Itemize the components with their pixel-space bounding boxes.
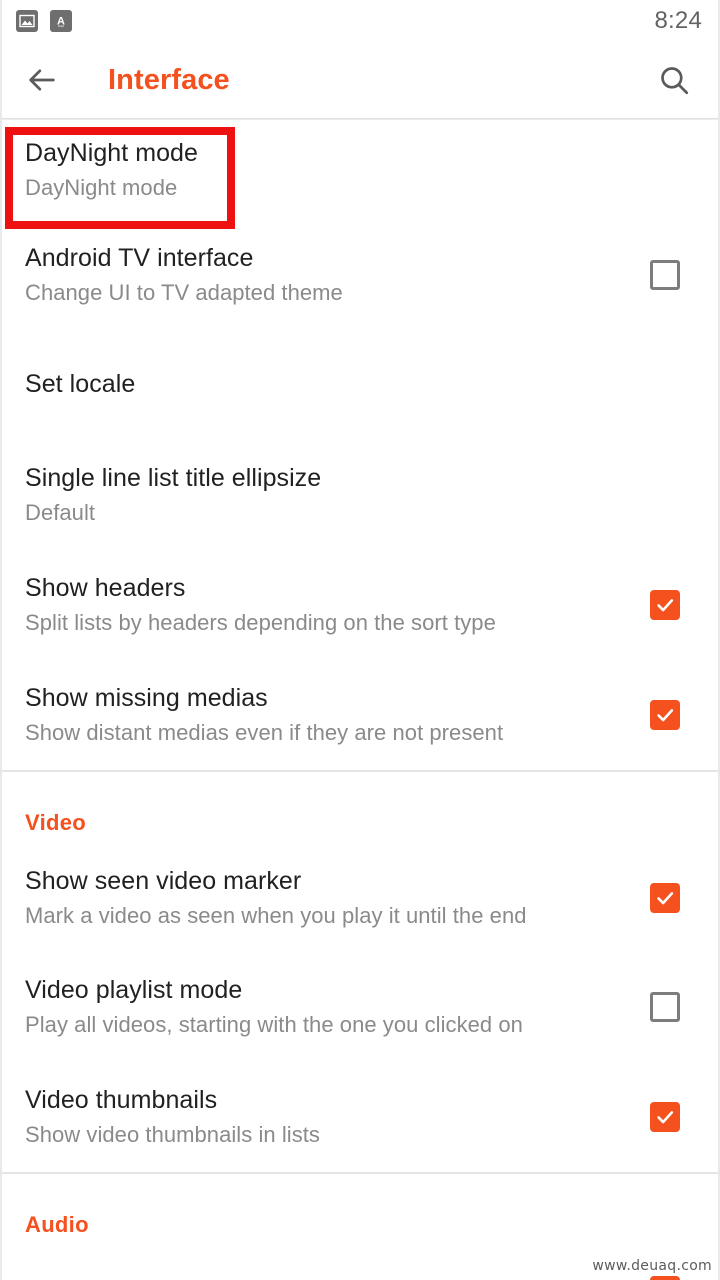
- image-notification-icon: [16, 10, 38, 32]
- preference-title: Android TV interface: [25, 243, 254, 272]
- preference-title: Show headers: [25, 573, 186, 602]
- preference-summary: Mark a video as seen when you play it un…: [25, 903, 527, 929]
- checkbox-android-tv-interface[interactable]: [650, 260, 680, 290]
- preference-row-show-headers[interactable]: Show headers Split lists by headers depe…: [0, 550, 720, 660]
- preference-text-block: Show headers Split lists by headers depe…: [25, 574, 650, 637]
- preference-row-video-thumbnails[interactable]: Video thumbnails Show video thumbnails i…: [0, 1062, 720, 1172]
- preference-title: Single line list title ellipsize: [25, 463, 322, 492]
- preference-summary: Play all videos, starting with the one y…: [25, 1012, 523, 1038]
- preference-summary: Split lists by headers depending on the …: [25, 610, 496, 636]
- preference-section-general: DayNight mode DayNight mode Android TV i…: [0, 120, 720, 770]
- preference-row-show-seen-video-marker[interactable]: Show seen video marker Mark a video as s…: [0, 844, 720, 952]
- preference-text-block: Single line list title ellipsize Default: [25, 464, 696, 527]
- app-bar: Interface: [0, 42, 720, 118]
- preference-row-set-locale[interactable]: Set locale: [0, 330, 720, 440]
- checkbox-unchecked-icon: [650, 260, 680, 290]
- checkbox-checked-icon: [650, 700, 680, 730]
- checkbox-video-thumbnails[interactable]: [650, 1102, 680, 1132]
- preference-row-video-playlist-mode[interactable]: Video playlist mode Play all videos, sta…: [0, 952, 720, 1062]
- preference-text-block: Show seen video marker Mark a video as s…: [25, 867, 650, 930]
- checkbox-checked-icon: [650, 883, 680, 913]
- preference-row-single-line-list-title-ellipsize[interactable]: Single line list title ellipsize Default: [0, 440, 720, 550]
- preference-summary: Show distant medias even if they are not…: [25, 720, 504, 746]
- preference-text-block: DayNight mode DayNight mode: [25, 139, 696, 202]
- phone-screen: A 8:24 Interface DayNight mode DayNight …: [0, 0, 720, 1280]
- back-arrow-icon[interactable]: [18, 56, 66, 104]
- status-bar-notification-icons: A: [16, 10, 72, 32]
- checkbox-show-missing-medias[interactable]: [650, 700, 680, 730]
- checkbox-checked-icon: [650, 1102, 680, 1132]
- preference-title: Blurred cover background: [25, 1276, 636, 1280]
- page-title: Interface: [108, 63, 230, 96]
- checkbox-checked-icon: [650, 1276, 680, 1280]
- status-bar-clock: 8:24: [654, 7, 702, 34]
- preference-text-block: Blurred cover background: [25, 1276, 650, 1280]
- preference-title: Show missing medias: [25, 683, 268, 712]
- preference-row-show-missing-medias[interactable]: Show missing medias Show distant medias …: [0, 660, 720, 770]
- site-watermark: www.deuaq.com: [588, 1256, 716, 1276]
- preference-title: Video playlist mode: [25, 975, 243, 1004]
- search-icon[interactable]: [650, 56, 698, 104]
- checkbox-blurred-cover-background[interactable]: [650, 1276, 680, 1280]
- preference-section-video: Video Show seen video marker Mark a vide…: [0, 772, 720, 1172]
- status-bar: A 8:24: [0, 0, 720, 42]
- section-header-video: Video: [25, 810, 87, 835]
- preference-list: DayNight mode DayNight mode Android TV i…: [0, 120, 720, 1280]
- checkbox-show-seen-video-marker[interactable]: [650, 883, 680, 913]
- section-header-audio: Audio: [25, 1212, 89, 1237]
- preference-summary: Show video thumbnails in lists: [25, 1122, 320, 1148]
- preference-title: DayNight mode: [25, 138, 198, 167]
- preference-text-block: Show missing medias Show distant medias …: [25, 684, 650, 747]
- text-a-notification-icon: A: [50, 10, 72, 32]
- preference-text-block: Video playlist mode Play all videos, sta…: [25, 976, 650, 1039]
- checkbox-unchecked-icon: [650, 992, 680, 1022]
- preference-title: Show seen video marker: [25, 866, 302, 895]
- preference-title: Video thumbnails: [25, 1085, 218, 1114]
- preference-text-block: Android TV interface Change UI to TV ada…: [25, 244, 650, 307]
- preference-text-block: Set locale: [25, 370, 696, 400]
- checkbox-show-headers[interactable]: [650, 590, 680, 620]
- preference-text-block: Video thumbnails Show video thumbnails i…: [25, 1086, 650, 1149]
- preference-row-android-tv-interface[interactable]: Android TV interface Change UI to TV ada…: [0, 220, 720, 330]
- preference-row-daynight-mode[interactable]: DayNight mode DayNight mode: [0, 120, 720, 220]
- preference-summary: Default: [25, 500, 96, 526]
- checkbox-video-playlist-mode[interactable]: [650, 992, 680, 1022]
- preference-title: Set locale: [25, 370, 136, 399]
- screen-edge-left: [0, 0, 2, 1280]
- preference-summary: DayNight mode: [25, 175, 178, 201]
- checkbox-checked-icon: [650, 590, 680, 620]
- preference-summary: Change UI to TV adapted theme: [25, 280, 343, 306]
